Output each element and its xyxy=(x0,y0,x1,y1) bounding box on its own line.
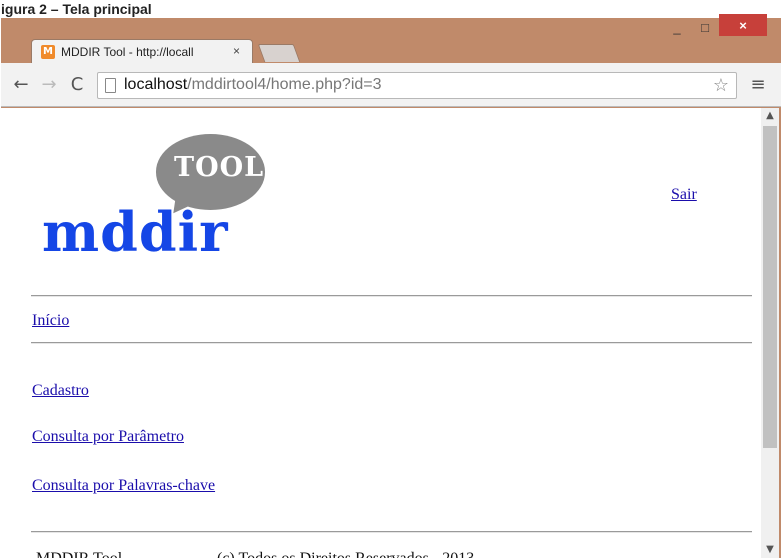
bookmark-star-icon[interactable]: ☆ xyxy=(713,75,729,96)
footer-app-name: MDDIR Tool xyxy=(36,550,122,558)
favicon-icon: M xyxy=(41,45,55,59)
logo-wordmark: mddir xyxy=(42,200,229,264)
minimize-icon: _ xyxy=(673,19,681,35)
footer-divider xyxy=(31,531,752,533)
minimize-button[interactable]: _ xyxy=(663,14,691,40)
page-icon xyxy=(105,78,116,93)
url-host: localhost xyxy=(124,76,188,93)
page-viewport: TOOL mddir Sair Início Cadastro Consulta… xyxy=(1,108,761,558)
scroll-up-arrow-icon[interactable]: ▲ xyxy=(761,108,779,124)
mddir-tool-logo: TOOL mddir xyxy=(25,126,265,268)
close-window-button[interactable]: × xyxy=(719,14,767,36)
back-arrow-icon[interactable]: ← xyxy=(11,75,31,95)
menu-link-consulta-parametro[interactable]: Consulta por Parâmetro xyxy=(32,428,184,446)
vertical-scrollbar[interactable]: ▲ ▼ xyxy=(761,108,779,558)
close-icon: × xyxy=(739,17,747,33)
maximize-button[interactable]: □ xyxy=(691,14,719,40)
address-bar[interactable]: localhost/mddirtool4/home.php?id=3 ☆ xyxy=(97,72,737,99)
reload-icon[interactable]: C xyxy=(67,75,87,95)
menu-link-consulta-palavras-chave[interactable]: Consulta por Palavras-chave xyxy=(32,477,215,495)
tab-title: MDDIR Tool - http://locall xyxy=(61,45,194,59)
forward-arrow-icon[interactable]: → xyxy=(39,75,59,95)
tab-close-icon[interactable]: × xyxy=(233,44,240,58)
url-text[interactable]: localhost/mddirtool4/home.php?id=3 xyxy=(124,76,382,94)
logout-link[interactable]: Sair xyxy=(671,186,697,204)
browser-tab[interactable]: M MDDIR Tool - http://locall × xyxy=(31,39,253,63)
url-path: /mddirtool4/home.php?id=3 xyxy=(187,76,382,93)
new-tab-button[interactable] xyxy=(257,44,301,62)
browser-window: _ □ × M MDDIR Tool - http://locall × ← →… xyxy=(1,14,781,558)
hamburger-menu-icon[interactable]: ≡ xyxy=(749,75,767,95)
header-divider xyxy=(31,295,752,297)
scroll-down-arrow-icon[interactable]: ▼ xyxy=(761,542,779,558)
scroll-thumb[interactable] xyxy=(763,126,777,448)
logo-bubble-text: TOOL xyxy=(174,152,265,183)
menu-link-cadastro[interactable]: Cadastro xyxy=(32,382,89,400)
footer-copyright: (c) Todos os Direitos Reservados - 2013 xyxy=(217,550,474,558)
maximize-icon: □ xyxy=(701,19,709,35)
nav-divider xyxy=(31,342,752,344)
browser-toolbar: ← → C localhost/mddirtool4/home.php?id=3… xyxy=(1,63,781,107)
home-link[interactable]: Início xyxy=(32,312,69,330)
